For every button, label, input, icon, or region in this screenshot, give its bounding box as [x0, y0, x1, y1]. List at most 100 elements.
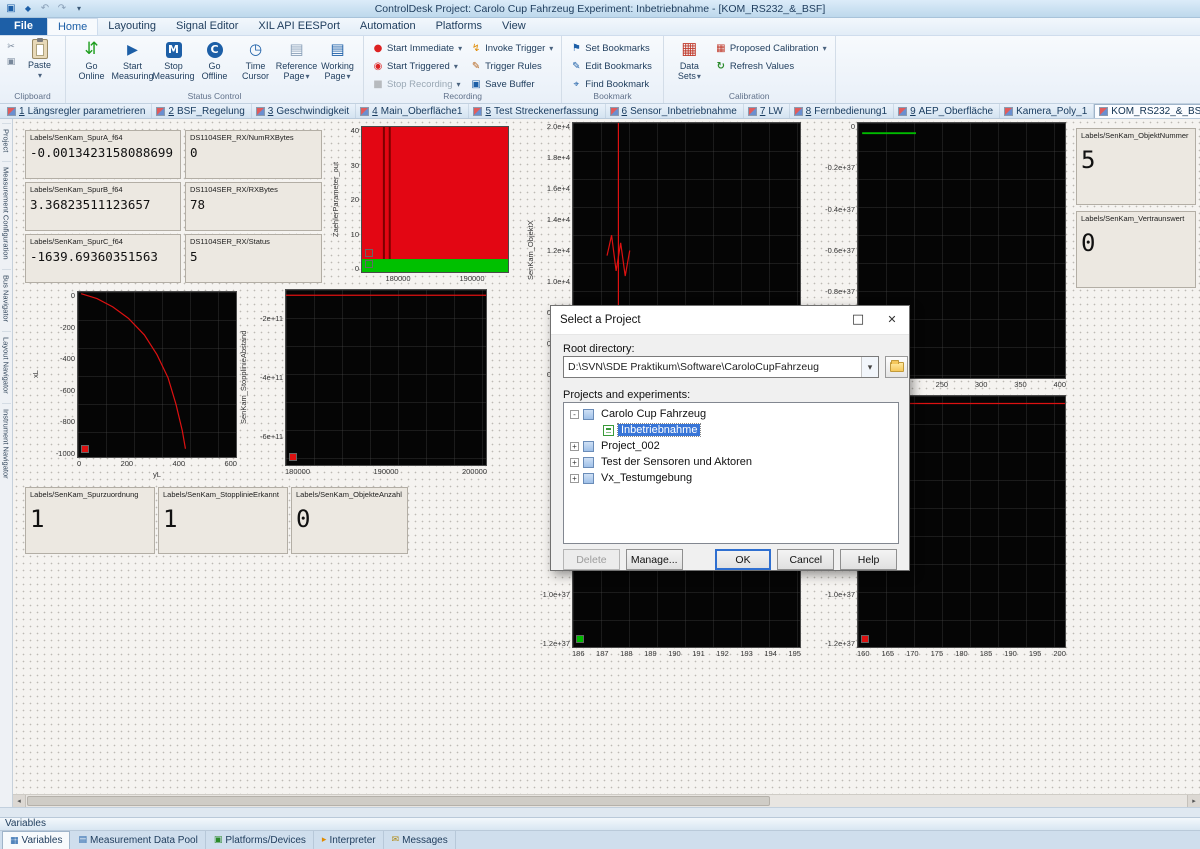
quick-access-icon[interactable] — [21, 2, 35, 16]
edit-bookmarks-button[interactable]: Edit Bookmarks — [567, 58, 658, 74]
stop-measuring-button[interactable]: Stop Measuring — [153, 38, 194, 81]
tree-expander-icon[interactable]: - — [570, 410, 579, 419]
tree-item-inbetriebnahme[interactable]: Inbetriebnahme — [566, 422, 896, 438]
layout-tab-laengsregler[interactable]: 1 Längsregler parametrieren — [3, 104, 152, 118]
combo-dropdown-icon[interactable] — [861, 357, 878, 377]
display-spurzuordnung[interactable]: Labels/SenKam_Spurzuordnung 1 — [25, 487, 155, 554]
scroll-right-icon[interactable] — [1187, 795, 1200, 808]
tab-home[interactable]: Home — [47, 18, 98, 35]
maximize-icon[interactable] — [841, 306, 875, 334]
redo-icon[interactable] — [55, 2, 69, 16]
rail-instrument-navigator[interactable]: Instrument Navigator — [2, 403, 11, 484]
tab-view[interactable]: View — [492, 18, 536, 35]
paste-button[interactable]: Paste — [19, 38, 60, 80]
plot-stopplinie-abstand[interactable]: SenKam_StopplinieAbstand -2e+11-4e+11-6e… — [238, 289, 487, 479]
layout-tab-geschwindigkeit[interactable]: 3 Geschwindigkeit — [252, 104, 356, 118]
tree-item-vx-testumgebung[interactable]: + Vx_Testumgebung — [566, 470, 896, 486]
undo-icon[interactable] — [38, 2, 52, 16]
display-senkam-spura[interactable]: Labels/SenKam_SpurA_f64 -0.0013423158088… — [25, 130, 181, 179]
ribbon-group-calibration: Data Sets Proposed Calibration Refresh V… — [664, 36, 836, 103]
trigger-rules-button[interactable]: Trigger Rules — [467, 58, 556, 74]
tab-xil-api-eesport[interactable]: XIL API EESPort — [248, 18, 350, 35]
cancel-button[interactable]: Cancel — [777, 549, 834, 570]
tree-item-project-002[interactable]: + Project_002 — [566, 438, 896, 454]
copy-icon[interactable] — [5, 56, 17, 68]
tab-file[interactable]: File — [0, 18, 47, 35]
bottomtab-messages[interactable]: Messages — [385, 831, 456, 849]
plot-xl-yl[interactable]: xL 0-200-400-600-800-1000 0200400600 yL — [30, 291, 237, 481]
tab-automation[interactable]: Automation — [350, 18, 426, 35]
bottomtab-measurement-data-pool[interactable]: Measurement Data Pool — [71, 831, 205, 849]
plot-zaehlerparameter[interactable]: ZaehlerParameter_out 403020100 180000190… — [330, 126, 509, 286]
cut-icon[interactable] — [5, 41, 17, 53]
display-stopplinie-erkannt[interactable]: Labels/SenKam_StopplinieErkannt 1 — [158, 487, 288, 554]
display-senkam-spurb[interactable]: Labels/SenKam_SpurB_f64 3.36823511123657 — [25, 182, 181, 231]
go-online-button[interactable]: Go Online — [71, 38, 112, 81]
ok-button[interactable]: OK — [715, 549, 772, 570]
save-buffer-button[interactable]: Save Buffer — [467, 76, 556, 92]
display-senkam-spurc[interactable]: Labels/SenKam_SpurC_f64 -1639.6936035156… — [25, 234, 181, 283]
button-label-line2: Page — [324, 71, 350, 81]
proposed-calibration-button[interactable]: Proposed Calibration — [712, 40, 830, 56]
layout-tab-fernbedienung[interactable]: 8 Fernbedienung1 — [790, 104, 894, 118]
display-vertrauenswert[interactable]: Labels/SenKam_Vertraunswert 0 — [1076, 211, 1196, 288]
start-measuring-button[interactable]: Start Measuring — [112, 38, 153, 81]
variables-panel-header[interactable]: Variables — [0, 817, 1200, 831]
display-rx-status[interactable]: DS1104SER_RX/Status 5 — [185, 234, 322, 283]
layout-tab-aep-oberflaeche[interactable]: 9 AEP_Oberfläche — [894, 104, 1000, 118]
browse-folder-button[interactable] — [885, 356, 908, 378]
tab-layouting[interactable]: Layouting — [98, 18, 166, 35]
start-triggered-button[interactable]: Start Triggered — [369, 58, 465, 74]
bottomtab-variables[interactable]: Variables — [2, 831, 70, 849]
tick-label: -0.2e+37 — [825, 163, 855, 172]
tree-expander-icon[interactable]: + — [570, 442, 579, 451]
plot-area — [361, 126, 509, 273]
horizontal-scrollbar[interactable] — [13, 794, 1200, 807]
tree-expander-icon[interactable]: + — [570, 458, 579, 467]
data-sets-button[interactable]: Data Sets — [669, 38, 710, 81]
display-rxbytes[interactable]: DS1104SER_RX/RXBytes 78 — [185, 182, 322, 231]
close-icon[interactable] — [875, 306, 909, 334]
layout-tab-test-streckenerfassung[interactable]: 5 Test Streckenerfassung — [469, 104, 605, 118]
layout-tab-kamera-poly[interactable]: Kamera_Poly_1 — [1000, 104, 1094, 118]
rail-project[interactable]: Project — [2, 123, 11, 157]
tab-signal-editor[interactable]: Signal Editor — [166, 18, 248, 35]
tree-item-test-der-sensoren[interactable]: + Test der Sensoren und Aktoren — [566, 454, 896, 470]
delete-button[interactable]: Delete — [563, 549, 620, 570]
layout-tab-main-oberflaeche[interactable]: 4 Main_Oberfläche1 — [356, 104, 469, 118]
display-objekteanzahl[interactable]: Labels/SenKam_ObjekteAnzahl 0 — [291, 487, 408, 554]
working-page-button[interactable]: Working Page — [317, 38, 358, 81]
start-immediate-button[interactable]: Start Immediate — [369, 40, 465, 56]
rail-measurement-configuration[interactable]: Measurement Configuration — [2, 161, 11, 265]
go-offline-button[interactable]: Go Offline — [194, 38, 235, 81]
tree-expander-icon[interactable]: + — [570, 474, 579, 483]
rail-bus-navigator[interactable]: Bus Navigator — [2, 269, 11, 327]
invoke-trigger-button[interactable]: Invoke Trigger — [467, 40, 556, 56]
reference-page-button[interactable]: Reference Page — [276, 38, 317, 81]
stop-recording-button[interactable]: Stop Recording — [369, 76, 465, 92]
rail-layout-navigator[interactable]: Layout Navigator — [2, 331, 11, 399]
projects-tree[interactable]: - Carolo Cup Fahrzeug Inbetriebnahme + P… — [563, 402, 899, 544]
scrollbar-thumb[interactable] — [27, 796, 770, 806]
set-bookmarks-button[interactable]: Set Bookmarks — [567, 40, 658, 56]
manage-button[interactable]: Manage... — [626, 549, 683, 570]
layout-tab-sensor-inbetriebnahme[interactable]: 6 Sensor_Inbetriebnahme — [606, 104, 744, 118]
display-numrxbytes[interactable]: DS1104SER_RX/NumRXBytes 0 — [185, 130, 322, 179]
bottomtab-interpreter[interactable]: Interpreter — [315, 831, 384, 849]
root-directory-combobox[interactable]: D:\SVN\SDE Praktikum\Software\CaroloCupF… — [563, 356, 879, 378]
tree-item-carolo-cup-fahrzeug[interactable]: - Carolo Cup Fahrzeug — [566, 406, 896, 422]
display-objektnummer[interactable]: Labels/SenKam_ObjektNummer 5 — [1076, 128, 1196, 205]
layout-tab-lw[interactable]: 7 LW — [744, 104, 790, 118]
find-bookmark-button[interactable]: Find Bookmark — [567, 76, 658, 92]
time-cursor-button[interactable]: Time Cursor — [235, 38, 276, 81]
quick-access-caret-icon[interactable] — [72, 2, 86, 16]
refresh-values-button[interactable]: Refresh Values — [712, 58, 830, 74]
layout-tab-bsf-regelung[interactable]: 2 BSF_Regelung — [152, 104, 251, 118]
display-label: Labels/SenKam_ObjektNummer — [1081, 131, 1191, 140]
help-button[interactable]: Help — [840, 549, 897, 570]
bottomtab-platforms-devices[interactable]: Platforms/Devices — [207, 831, 314, 849]
scroll-left-icon[interactable] — [13, 795, 26, 808]
scrollbar-track[interactable] — [26, 795, 1187, 807]
layout-tab-kom-rs232-bsf[interactable]: KOM_RS232_&_BSF — [1094, 104, 1200, 118]
tab-platforms[interactable]: Platforms — [426, 18, 492, 35]
